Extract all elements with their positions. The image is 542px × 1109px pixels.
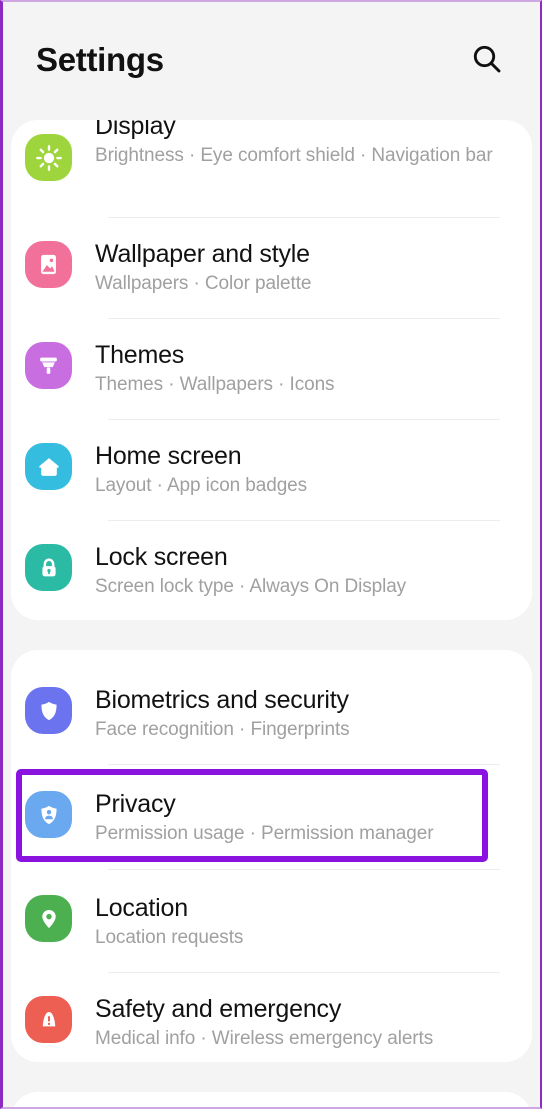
row-icon-display <box>25 134 72 181</box>
settings-header: Settings <box>3 2 540 120</box>
photo-image-icon <box>25 241 72 288</box>
row-icon-home-screen <box>25 443 72 490</box>
settings-card-next-group <box>11 1092 532 1107</box>
phone-screen: Settings Display Brightness · Eye comfor… <box>0 0 542 1109</box>
row-icon-safety <box>25 996 72 1043</box>
row-icon-wallpaper <box>25 241 72 288</box>
settings-item-themes[interactable]: Themes Themes · Wallpapers · Icons <box>11 319 532 398</box>
settings-item-subtitle: Brightness · Eye comfort shield · Naviga… <box>95 145 493 166</box>
settings-item-title: Safety and emergency <box>95 995 342 1023</box>
padlock-icon <box>25 544 72 591</box>
settings-item-title: Themes <box>95 341 185 369</box>
row-text-lock-screen: Lock screen Screen lock type · Always On… <box>95 542 514 600</box>
settings-item-title: Biometrics and security <box>95 686 349 714</box>
settings-item-title: Display <box>95 120 176 140</box>
settings-card-security-group: Biometrics and security Face recognition… <box>11 650 532 1062</box>
settings-item-title: Wallpaper and style <box>95 240 310 268</box>
settings-item-title: Location <box>95 894 188 922</box>
row-icon-biometrics <box>25 687 72 734</box>
settings-card-display-group: Display Brightness · Eye comfort shield … <box>11 120 532 620</box>
settings-item-subtitle: Layout · App icon badges <box>95 475 308 496</box>
privacy-person-shield-icon <box>25 791 72 838</box>
settings-list[interactable]: Display Brightness · Eye comfort shield … <box>3 120 540 1107</box>
row-icon-privacy <box>25 791 72 838</box>
settings-item-subtitle: Themes · Wallpapers · Icons <box>95 374 335 395</box>
row-icon-location <box>25 895 72 942</box>
settings-item-display[interactable]: Display Brightness · Eye comfort shield … <box>11 120 532 217</box>
settings-item-home-screen[interactable]: Home screen Layout · App icon badges <box>11 420 532 499</box>
settings-item-subtitle: Face recognition · Fingerprints <box>95 719 350 740</box>
search-button[interactable] <box>464 38 510 84</box>
settings-item-subtitle: Location requests <box>95 927 244 948</box>
row-text-biometrics: Biometrics and security Face recognition… <box>95 685 514 743</box>
settings-item-subtitle: Wallpapers · Color palette <box>95 273 312 294</box>
settings-item-subtitle: Permission usage · Permission manager <box>95 823 434 844</box>
settings-item-title: Privacy <box>95 790 176 818</box>
row-text-home-screen: Home screen Layout · App icon badges <box>95 441 514 499</box>
home-icon <box>25 443 72 490</box>
settings-item-subtitle: Screen lock type · Always On Display <box>95 576 407 597</box>
settings-item-lock-screen[interactable]: Lock screen Screen lock type · Always On… <box>11 521 532 600</box>
row-text-wallpaper: Wallpaper and style Wallpapers · Color p… <box>95 239 514 297</box>
shield-icon <box>25 687 72 734</box>
settings-item-safety-and-emergency[interactable]: Safety and emergency Medical info · Wire… <box>11 973 532 1052</box>
row-text-safety: Safety and emergency Medical info · Wire… <box>95 994 514 1052</box>
page-title: Settings <box>36 40 164 78</box>
settings-item-biometrics-and-security[interactable]: Biometrics and security Face recognition… <box>11 650 532 743</box>
row-icon-lock-screen <box>25 544 72 591</box>
settings-item-title: Lock screen <box>95 543 228 571</box>
settings-item-privacy[interactable]: Privacy Permission usage · Permission ma… <box>11 765 532 847</box>
brightness-sun-icon <box>25 134 72 181</box>
emergency-alert-icon <box>25 996 72 1043</box>
settings-item-wallpaper-and-style[interactable]: Wallpaper and style Wallpapers · Color p… <box>11 218 532 297</box>
row-icon-themes <box>25 342 72 389</box>
row-text-display: Display Brightness · Eye comfort shield … <box>95 120 514 169</box>
row-text-location: Location Location requests <box>95 893 514 951</box>
paintbrush-icon <box>25 342 72 389</box>
search-icon <box>470 42 504 81</box>
location-pin-icon <box>25 895 72 942</box>
row-text-privacy: Privacy Permission usage · Permission ma… <box>95 789 514 847</box>
settings-item-subtitle: Medical info · Wireless emergency alerts <box>95 1028 434 1049</box>
row-text-themes: Themes Themes · Wallpapers · Icons <box>95 340 514 398</box>
settings-item-title: Home screen <box>95 442 242 470</box>
settings-item-location[interactable]: Location Location requests <box>11 870 532 951</box>
